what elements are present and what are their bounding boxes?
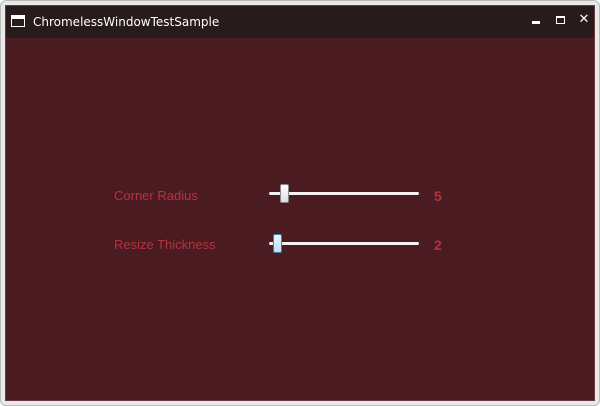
resize-thickness-slider[interactable] [269, 234, 419, 254]
corner-radius-label: Corner Radius [114, 188, 198, 203]
close-icon: ✕ [578, 12, 590, 27]
corner-radius-value: 5 [434, 188, 442, 204]
minimize-icon [532, 21, 540, 24]
window-title: ChromelessWindowTestSample [33, 15, 220, 29]
slider-track[interactable] [269, 192, 419, 195]
slider-track[interactable] [269, 242, 419, 245]
slider-thumb[interactable] [273, 234, 282, 253]
close-button[interactable]: ✕ [575, 12, 593, 30]
chromeless-window: ChromelessWindowTestSample ✕ Corner Radi… [5, 5, 595, 401]
corner-radius-slider[interactable] [269, 184, 419, 204]
title-bar[interactable]: ChromelessWindowTestSample ✕ [6, 6, 594, 38]
window-frame: ChromelessWindowTestSample ✕ Corner Radi… [0, 0, 600, 406]
app-window-icon [11, 15, 25, 27]
maximize-button[interactable] [552, 12, 570, 30]
slider-thumb[interactable] [280, 184, 289, 203]
minimize-button[interactable] [527, 12, 545, 30]
maximize-icon [556, 16, 565, 24]
resize-thickness-label: Resize Thickness [114, 237, 216, 252]
resize-thickness-value: 2 [434, 237, 442, 253]
